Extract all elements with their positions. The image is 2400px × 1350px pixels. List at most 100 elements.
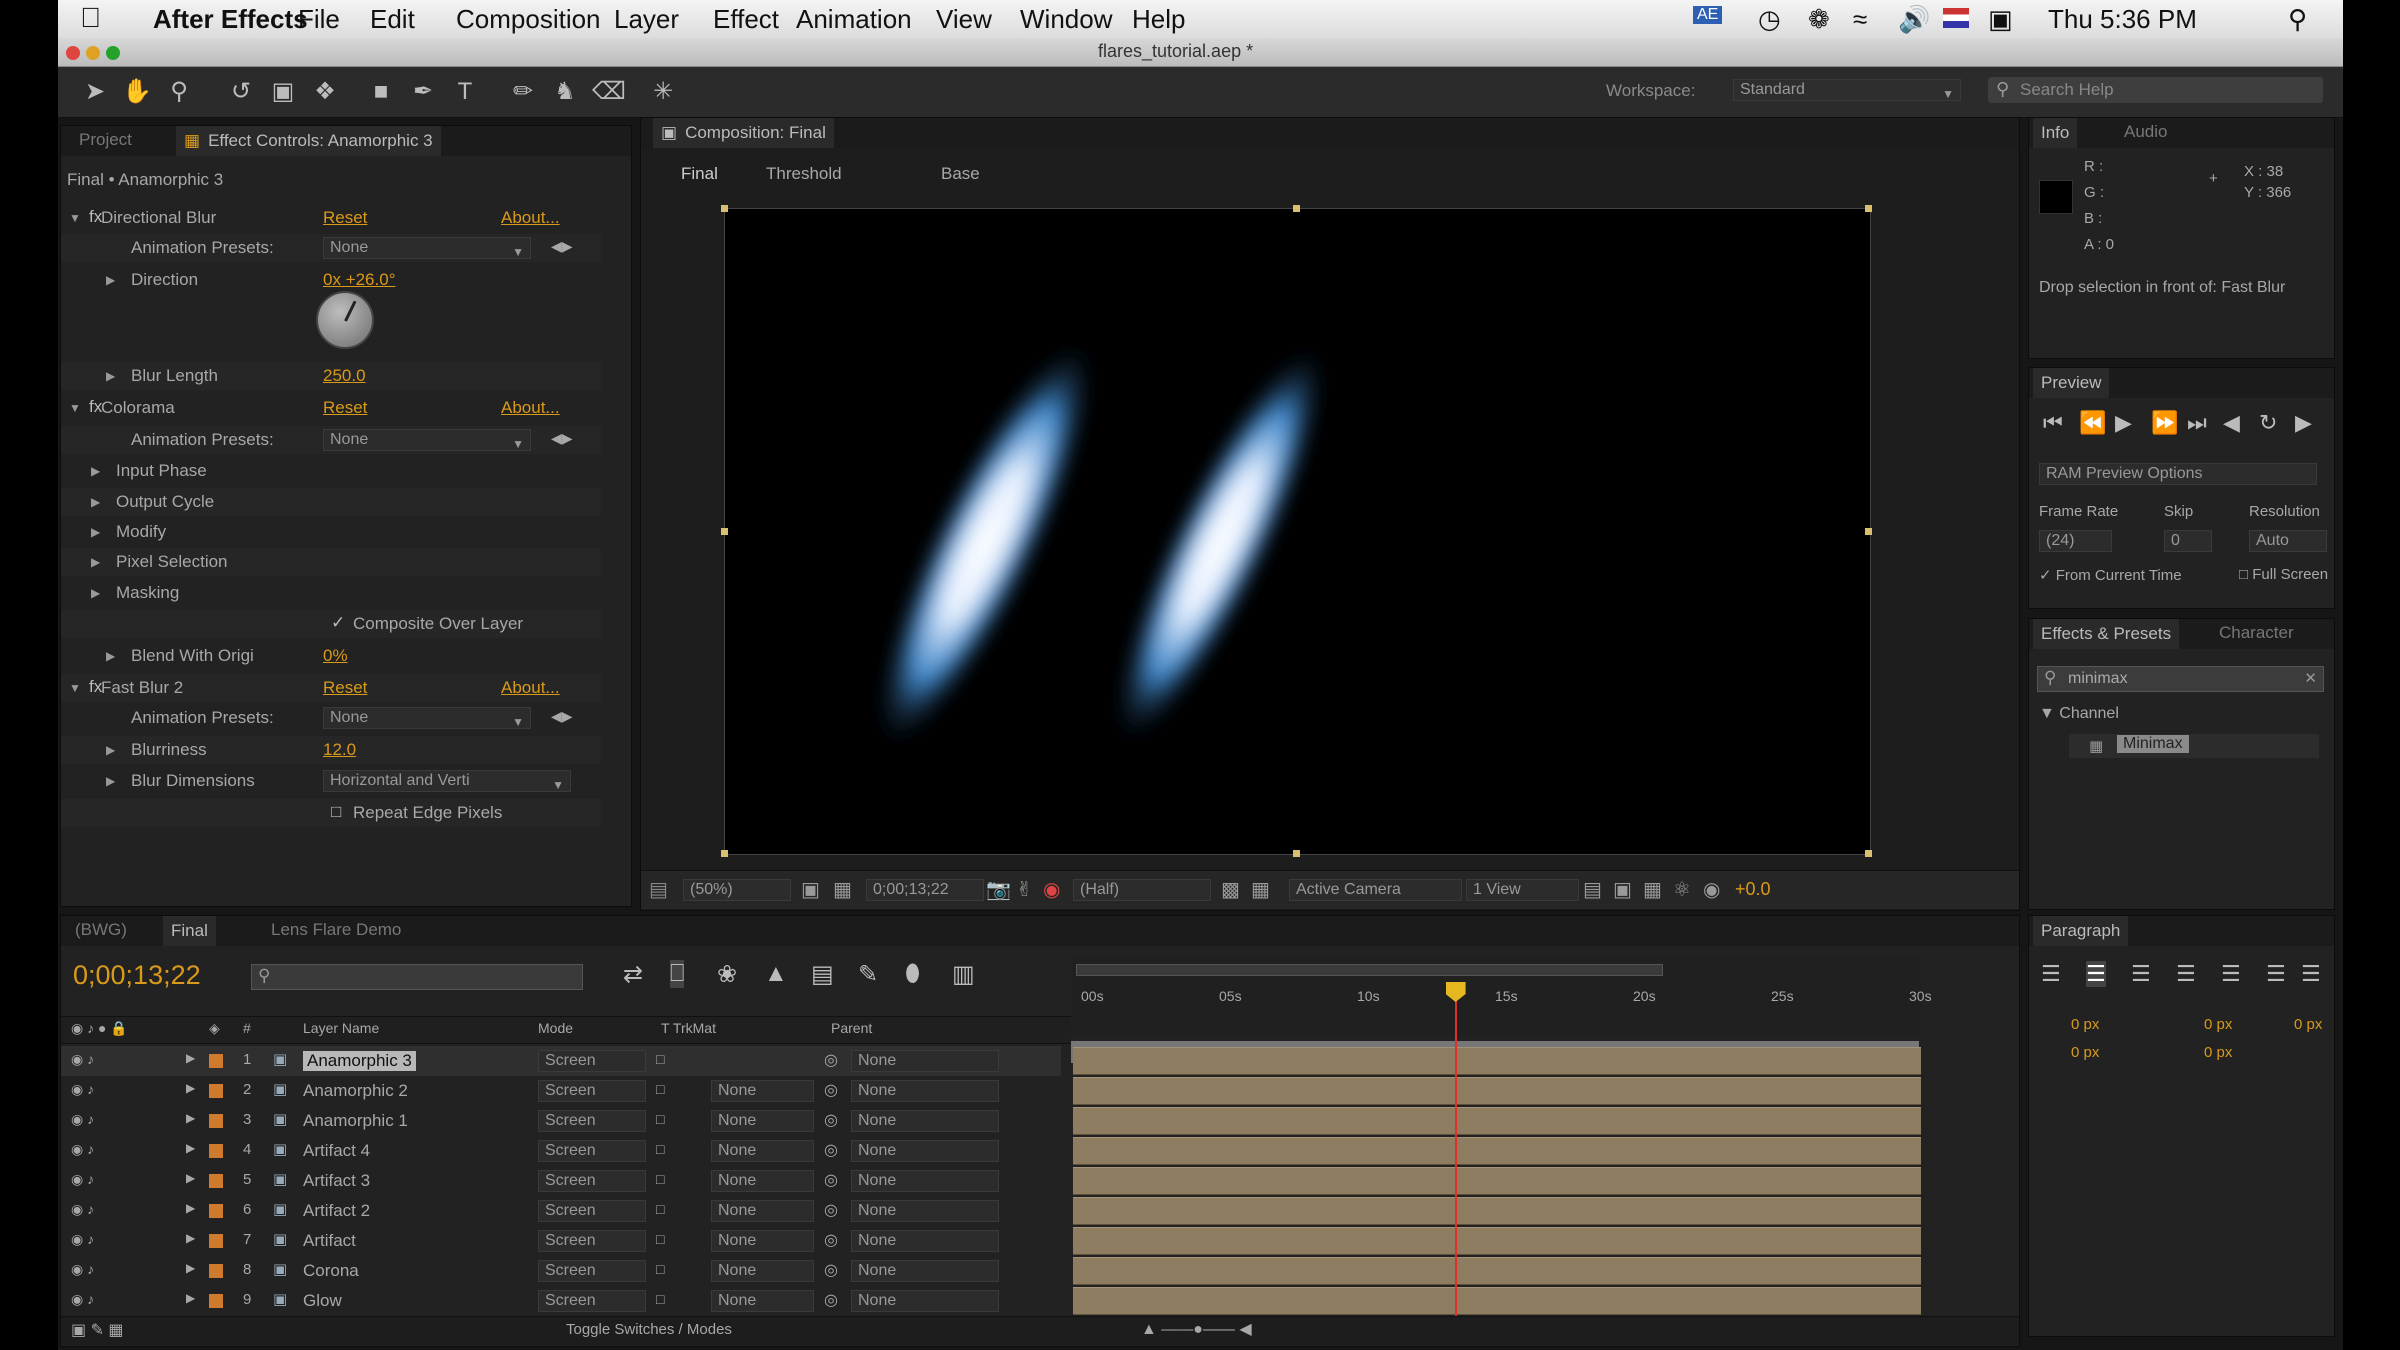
mode-dropdown[interactable]: Screen — [538, 1140, 646, 1162]
space-before-value[interactable]: 0 px — [2204, 1016, 2232, 1033]
expand-triangle-icon[interactable]: ▶ — [106, 774, 115, 788]
tab-project[interactable]: Project — [79, 130, 132, 150]
preserve-transparency-box[interactable]: □ — [656, 1291, 664, 1307]
adobe-badge-icon[interactable]: AE — [1693, 6, 1723, 24]
tab-composition[interactable]: ▣ Composition: Final — [653, 118, 834, 148]
table-row[interactable]: ◉ ♪ ▶ 7 ▣ Artifact Screen □ None ◎ None — [61, 1226, 1061, 1256]
layer-handle[interactable] — [1865, 850, 1872, 857]
visibility-icon[interactable]: ◉ ♪ — [71, 1171, 94, 1188]
menu-composition[interactable]: Composition — [456, 4, 601, 35]
tab-audio[interactable]: Audio — [2124, 122, 2167, 142]
expand-triangle-icon[interactable]: ▶ — [91, 586, 100, 600]
timeline-icon[interactable]: ▦ — [1643, 877, 1662, 902]
checkbox-icon[interactable]: □ — [331, 802, 341, 822]
motion-blur-icon[interactable]: ▤ — [811, 960, 834, 989]
tab-info[interactable]: Info — [2033, 118, 2078, 148]
full-screen-checkbox[interactable]: □ Full Screen — [2239, 566, 2328, 583]
layer-search-field[interactable]: ⚲ — [251, 964, 583, 990]
table-row[interactable]: ◉ ♪ ▶ 2 ▣ Anamorphic 2 Screen □ None ◎ None — [61, 1076, 1061, 1106]
footer-icons[interactable]: ▣ ✎ ▦ — [71, 1320, 124, 1340]
space-after-value[interactable]: 0 px — [2204, 1044, 2232, 1061]
effect-row[interactable]: ▶Output Cycle◷ — [61, 488, 601, 516]
expand-triangle-icon[interactable]: ▶ — [91, 464, 100, 478]
skip-field[interactable]: 0 — [2164, 530, 2212, 552]
audio-icon[interactable]: ◀ — [2223, 410, 2240, 436]
mode-dropdown[interactable]: Screen — [538, 1080, 646, 1102]
parent-dropdown[interactable]: None — [851, 1200, 999, 1222]
pick-whip-icon[interactable]: ◎ — [824, 1140, 838, 1160]
volume-icon[interactable]: 🔊 — [1898, 4, 1930, 35]
label-color-swatch[interactable] — [209, 1174, 223, 1188]
expand-triangle-icon[interactable]: ▶ — [186, 1081, 195, 1095]
effect-row[interactable]: Animation Presets: None ▼ ◀▶ — [61, 234, 601, 262]
wifi-icon[interactable]: ≈ — [1853, 4, 1867, 35]
bluetooth-icon[interactable]: ❁ — [1808, 4, 1830, 35]
pick-whip-icon[interactable]: ◎ — [824, 1230, 838, 1250]
layer-duration-bar[interactable] — [1073, 1287, 1921, 1315]
checkbox-icon[interactable]: ✓ — [331, 613, 345, 633]
label-color-swatch[interactable] — [209, 1114, 223, 1128]
about-link[interactable]: About... — [501, 208, 560, 228]
menu-file[interactable]: File — [298, 4, 340, 35]
menu-layer[interactable]: Layer — [614, 4, 679, 35]
align-right-icon[interactable]: ☰ — [2131, 961, 2151, 987]
brush-tool-icon[interactable]: ✏ — [508, 77, 538, 107]
effect-row[interactable]: ▼ fx Fast Blur 2 Reset About... — [61, 674, 601, 702]
table-row[interactable]: ◉ ♪ ▶ 1 ▣ Anamorphic 3 Screen □ ◎ None — [61, 1046, 1061, 1076]
effect-row[interactable]: ▼ fx Colorama Reset About... — [61, 394, 601, 422]
effect-row[interactable]: ▶Input Phase◷ — [61, 457, 601, 485]
layer-handle[interactable] — [1865, 205, 1872, 212]
preserve-transparency-box[interactable]: □ — [656, 1051, 664, 1067]
tab-bwg[interactable]: (BWG) — [75, 920, 127, 940]
table-row[interactable]: ◉ ♪ ▶ 5 ▣ Artifact 3 Screen □ None ◎ None — [61, 1166, 1061, 1196]
zoom-slider[interactable]: ▲ ——●—— ◀ — [1141, 1319, 1252, 1339]
view-layout-dropdown[interactable]: 1 View — [1466, 879, 1579, 901]
justify-last-left-icon[interactable]: ☰ — [2176, 961, 2196, 987]
menubar-clock[interactable]: Thu 5:36 PM — [2048, 4, 2197, 35]
fast-previews-icon[interactable]: ▣ — [1613, 877, 1632, 902]
label-color-swatch[interactable] — [209, 1234, 223, 1248]
expand-triangle-icon[interactable]: ▶ — [186, 1111, 195, 1125]
tab-final[interactable]: Final — [163, 916, 216, 946]
expand-triangle-icon[interactable]: ▶ — [186, 1231, 195, 1245]
mode-dropdown[interactable]: Screen — [538, 1200, 646, 1222]
expand-triangle-icon[interactable]: ▶ — [91, 525, 100, 539]
visibility-icon[interactable]: ◉ ♪ — [71, 1111, 94, 1128]
expand-triangle-icon[interactable]: ▶ — [186, 1171, 195, 1185]
last-frame-icon[interactable]: ⏭ — [2187, 410, 2207, 436]
align-left-icon[interactable]: ☰ — [2041, 961, 2061, 987]
pick-whip-icon[interactable]: ◎ — [824, 1260, 838, 1280]
trkmat-dropdown[interactable]: None — [711, 1230, 814, 1252]
expand-triangle-icon[interactable]: ▶ — [186, 1261, 195, 1275]
trkmat-dropdown[interactable]: None — [711, 1290, 814, 1312]
flowchart-icon[interactable]: ⚛ — [1673, 877, 1691, 902]
label-color-swatch[interactable] — [209, 1084, 223, 1098]
expand-triangle-icon[interactable]: ▼ — [69, 211, 81, 225]
safe-zones-icon[interactable]: ▣ — [801, 877, 820, 902]
about-link[interactable]: About... — [501, 398, 560, 418]
graph-editor-icon[interactable]: ⬮ — [905, 960, 920, 988]
expand-triangle-icon[interactable]: ▼ — [69, 681, 81, 695]
workspace-dropdown[interactable]: Standard ▼ — [1733, 79, 1961, 101]
property-value[interactable]: 0x +26.0° — [323, 270, 396, 290]
preset-nav-icon[interactable]: ◀▶ — [551, 708, 573, 725]
pick-whip-icon[interactable]: ◎ — [824, 1050, 838, 1070]
direction-angle-dial[interactable] — [316, 291, 374, 349]
indent-first-value[interactable]: 0 px — [2071, 1044, 2099, 1061]
ram-preview-options-dropdown[interactable]: RAM Preview Options — [2039, 463, 2317, 485]
expand-triangle-icon[interactable]: ▶ — [106, 743, 115, 757]
indent-right-value[interactable]: 0 px — [2294, 1016, 2322, 1033]
about-link[interactable]: About... — [501, 678, 560, 698]
app-name[interactable]: After Effects — [153, 4, 308, 35]
visibility-icon[interactable]: ◉ ♪ — [71, 1141, 94, 1158]
first-frame-icon[interactable]: ⏮ — [2043, 410, 2063, 436]
work-area-bar[interactable] — [1076, 964, 1663, 976]
mode-dropdown[interactable]: Screen — [538, 1290, 646, 1312]
layer-duration-bar[interactable] — [1073, 1197, 1921, 1225]
tab-paragraph[interactable]: Paragraph — [2033, 916, 2129, 946]
next-frame-icon[interactable]: ⏩ — [2151, 410, 2178, 436]
label-color-swatch[interactable] — [209, 1264, 223, 1278]
justify-all-icon[interactable]: ☰ — [2301, 961, 2321, 987]
expand-triangle-icon[interactable]: ▶ — [186, 1291, 195, 1305]
trkmat-dropdown[interactable]: None — [711, 1080, 814, 1102]
